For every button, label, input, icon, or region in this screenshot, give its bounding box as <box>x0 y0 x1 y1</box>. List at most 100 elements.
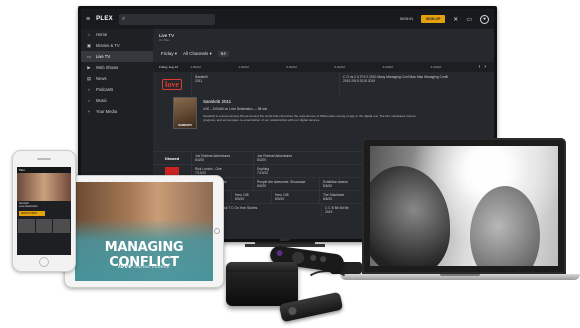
program-title: Sanskriti 2011 <box>203 99 232 104</box>
remote-touch-button <box>287 306 298 316</box>
phone-app-title: Plex <box>19 168 25 172</box>
time-slot: 5:30AM <box>334 65 345 69</box>
tablet: MANAGING CONFLICT love ONLINE COURSE <box>64 175 224 288</box>
guide-cell-date: 8/9/20 <box>235 197 245 202</box>
sidebar-item-news[interactable]: ▤ News <box>81 73 153 84</box>
guide-cell[interactable]: Joe Robinet Adventures 8/3/20 <box>191 152 253 164</box>
sidebar-item-web-shows[interactable]: ▶ Web Shows <box>81 62 153 73</box>
channel-logo[interactable]: Glowed <box>153 152 191 164</box>
search-input[interactable]: ⌕ <box>118 13 215 25</box>
channel-logo[interactable]: love <box>153 73 191 95</box>
phone-text: Sanskriti Love Destination <box>17 201 71 209</box>
timebar-nav-arrows[interactable]: ‹› <box>479 64 490 70</box>
sidebar-item-podcasts[interactable]: ♁ Podcasts <box>81 84 153 95</box>
apple-tv-box <box>226 262 298 306</box>
video-figure-right <box>470 186 540 266</box>
mic-icon: ♁ <box>87 87 91 92</box>
phone-speaker <box>37 158 51 160</box>
search-icon: ⌕ <box>121 15 126 22</box>
news-icon: ▤ <box>86 75 92 81</box>
thumbnail[interactable] <box>18 219 35 234</box>
sign-up-button[interactable]: SIGN UP <box>420 15 446 23</box>
timebar-day: Friday, Aug 16 <box>159 65 179 69</box>
sidebar-item-music[interactable]: ♪ Music <box>81 95 153 106</box>
play-icon: ▶ <box>87 64 91 70</box>
sidebar-item-label: Music <box>96 98 107 103</box>
guide-cell[interactable]: Hero 108 8/9/20 <box>271 191 319 203</box>
film-icon: ▣ <box>86 42 92 48</box>
time-slot: 4:30AM <box>238 65 249 69</box>
top-bar-actions: SIGN IN SIGN UP ✕ ▭ ● <box>400 14 489 24</box>
program-description: Sanskriti is a documentary filmed around… <box>203 114 416 123</box>
sidebar-item-label: Movies & TV <box>96 43 120 48</box>
laptop <box>362 138 566 274</box>
sidebar-item-movies-tv[interactable]: ▣ Movies & TV <box>81 40 153 51</box>
remote-button <box>319 255 327 263</box>
user-avatar-icon[interactable]: ● <box>480 14 489 24</box>
program-poster[interactable]: SANSKRITI <box>173 97 197 129</box>
smartphone: Plex Sanskriti Love Destination WATCH NOW <box>12 150 76 272</box>
guide-cell-date: 8/3/20 <box>257 158 267 163</box>
sign-in-button[interactable]: SIGN IN <box>400 17 413 21</box>
page-title: Live TV On Plex <box>159 33 174 42</box>
glowed-logo: Glowed <box>164 155 180 161</box>
tablet-screen[interactable]: MANAGING CONFLICT love ONLINE COURSE <box>75 182 213 281</box>
remote-purple-button <box>276 249 283 257</box>
video-figure-left <box>370 166 450 266</box>
laptop-notch <box>440 274 480 276</box>
sidebar-item-label: Home <box>96 32 108 37</box>
course-footer: love ONLINE COURSE <box>75 264 213 270</box>
guide-cell[interactable]: C O ns 2 U R 9 2 2010 Many Managing Conf… <box>339 73 494 95</box>
sidebar-item-label: Your Media <box>96 109 118 114</box>
hamburger-menu-icon[interactable]: ≡ <box>86 16 90 23</box>
sidebar-item-label: Live TV <box>96 54 111 59</box>
watch-now-button[interactable]: WATCH NOW <box>19 211 45 217</box>
time-slot: 6:00AM <box>382 65 393 69</box>
guide-cell[interactable]: Hero 108 8/9/20 <box>231 191 271 203</box>
sidebar-item-label: Podcasts <box>96 87 114 92</box>
sidebar-item-home[interactable]: ⌂ Home <box>81 29 153 40</box>
guide-cell[interactable]: Sanskriti 2011 <box>191 73 339 95</box>
plus-icon: + <box>87 109 91 114</box>
time-bar: Friday, Aug 16 4:00AM 4:30AM 5:00AM 5:30… <box>153 62 494 72</box>
time-slot: 4:00AM <box>190 65 201 69</box>
phone-thumbnail-grid <box>17 218 71 234</box>
phone-screen[interactable]: Plex Sanskriti Love Destination WATCH NOW <box>17 167 71 255</box>
page-subtitle: On Plex <box>159 38 170 42</box>
laptop-screen-video[interactable] <box>370 146 558 266</box>
apple-tv-top <box>226 262 298 272</box>
guide-cell-years: 2019 2019 2018 2019 <box>343 79 376 84</box>
course-footer-text: ONLINE COURSE <box>134 265 170 269</box>
channel-count-badge: 64 <box>217 51 229 57</box>
plex-top-bar: ≡ PLEX ⌕ SIGN IN SIGN UP ✕ ▭ ● <box>81 9 494 29</box>
guide-cell[interactable]: People Are Awesome: Showcase 8/5/20 <box>253 178 319 190</box>
sidebar-item-label: Web Shows <box>96 65 119 70</box>
music-icon: ♪ <box>87 98 91 103</box>
device-lineup-scene: ≡ PLEX ⌕ SIGN IN SIGN UP ✕ ▭ ● ⌂ Home ▣ Mo… <box>0 0 580 328</box>
guide-cell-date: 7/13/20 <box>257 171 268 176</box>
time-slot: 6:30AM <box>430 65 441 69</box>
show-year: 2011 <box>195 79 203 84</box>
remote-button <box>309 254 317 262</box>
guide-filters: Friday ▾ All Channels ▾ 64 <box>161 51 229 57</box>
home-icon: ⌂ <box>87 32 91 37</box>
tv-brand-label: SONY <box>280 238 291 242</box>
guide-cell-date: 8/9/20 <box>275 197 285 202</box>
guide-cell-date: 8/5/20 <box>257 184 267 189</box>
plex-logo[interactable]: PLEX <box>96 16 113 22</box>
day-dropdown[interactable]: Friday ▾ <box>161 51 177 57</box>
cast-icon[interactable]: ▭ <box>466 16 472 23</box>
love-logo: love <box>118 264 133 270</box>
tablet-home-button <box>214 228 220 234</box>
settings-icon[interactable]: ✕ <box>453 16 458 23</box>
program-time: 4:00 – 5:00AM on Love Destination — 58 m… <box>203 107 268 111</box>
sidebar-item-live-tv[interactable]: ▭ Live TV <box>81 51 153 62</box>
thumbnail[interactable] <box>53 219 71 234</box>
channels-dropdown[interactable]: All Channels ▾ <box>183 51 212 57</box>
guide-cell[interactable]: Sophing 7/13/20 <box>253 165 315 177</box>
thumbnail[interactable] <box>35 219 53 234</box>
phone-line: Love Destination <box>19 205 38 209</box>
sidebar-item-your-media[interactable]: + Your Media <box>81 106 153 117</box>
guide-cell[interactable]: Joe Robinet Adventures 8/3/20 <box>253 152 315 164</box>
phone-home-button <box>39 257 49 267</box>
